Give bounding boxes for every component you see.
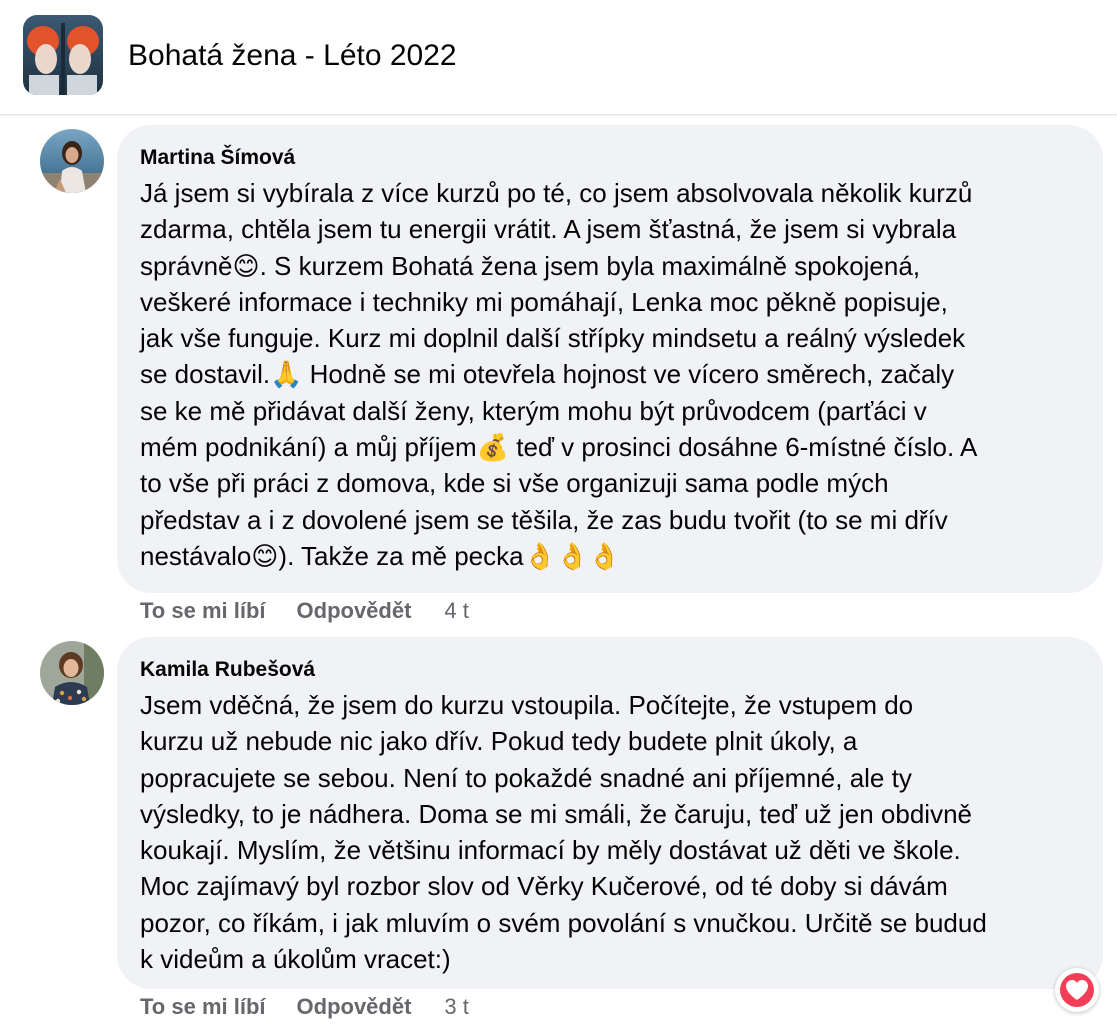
comment-text: Já jsem si vybírala z více kurzů po té, … <box>140 175 1079 574</box>
comment-text-line: to vše při práci z domova, kde si vše or… <box>140 468 889 499</box>
group-photo-icon[interactable] <box>23 15 103 95</box>
like-button[interactable]: To se mi líbí <box>140 993 266 1021</box>
reply-button[interactable]: Odpovědět <box>297 597 412 625</box>
comment-actions: To se mi líbí Odpovědět 3 t <box>140 993 469 1021</box>
comment-text-line: koukají. Myslím, že většinu informací by… <box>140 835 961 866</box>
comment-text-line: Moc zajímavý byl rozbor slov od Věrky Ku… <box>140 871 948 902</box>
avatar[interactable] <box>40 129 104 193</box>
comment-actions: To se mi líbí Odpovědět 4 t <box>140 597 469 625</box>
avatar[interactable] <box>40 641 104 705</box>
heart-icon <box>1066 980 1088 1000</box>
reply-button[interactable]: Odpovědět <box>297 993 412 1021</box>
comment-text-line: mém podnikání) a můj příjem💰 teď v prosi… <box>140 432 978 463</box>
comment-text-line: veškeré informace i techniky mi pomáhají… <box>140 286 948 317</box>
comment-text-line: výsledky, to je nádhera. Doma se mi smál… <box>140 798 972 829</box>
comment-text-line: se dostavil.🙏 Hodně se mi otevřela hojno… <box>140 359 955 390</box>
comment-timestamp[interactable]: 4 t <box>444 597 468 625</box>
comment-author[interactable]: Kamila Rubešová <box>140 655 1079 685</box>
comment-text-line: pozor, co říkám, i jak mluvím o svém pov… <box>140 907 987 938</box>
comment-text-line: správně😊. S kurzem Bohatá žena jsem byla… <box>140 250 921 281</box>
comment-bubble: Martina Šímová Já jsem si vybírala z víc… <box>117 125 1103 593</box>
comment-text-line: Jsem vděčná, že jsem do kurzu vstoupila.… <box>140 690 914 720</box>
group-header: Bohatá žena - Léto 2022 <box>0 0 1117 115</box>
comment-text-line: představ a i z dovolené jsem se těšila, … <box>140 504 948 535</box>
comment-text-line: nestávalo😊). Takže za mě pecka👌👌👌 <box>140 540 621 571</box>
comment-text-line: k videům a úkolům vracet:) <box>140 944 451 975</box>
comment-text: Jsem vděčná, že jsem do kurzu vstoupila.… <box>140 687 1079 977</box>
like-button[interactable]: To se mi líbí <box>140 597 266 625</box>
love-reaction-icon[interactable] <box>1055 968 1099 1012</box>
comment-text-line: jak vše funguje. Kurz mi doplnil další s… <box>140 323 966 354</box>
group-title[interactable]: Bohatá žena - Léto 2022 <box>128 38 457 74</box>
comment-text-line: Já jsem si vybírala z více kurzů po té, … <box>140 178 973 208</box>
comment-text-line: kurzu už nebude nic jako dřív. Pokud ted… <box>140 726 858 757</box>
comment-text-line: se ke mě přidávat další ženy, kterým moh… <box>140 395 927 426</box>
comment-text-line: zdarma, chtěla jsem tu energii vrátit. A… <box>140 214 957 245</box>
comment-timestamp[interactable]: 3 t <box>444 993 468 1021</box>
comment-author[interactable]: Martina Šímová <box>140 143 1079 173</box>
comment-bubble: Kamila Rubešová Jsem vděčná, že jsem do … <box>117 637 1103 989</box>
comment-text-line: popracujete se sebou. Není to pokaždé sn… <box>140 762 912 793</box>
